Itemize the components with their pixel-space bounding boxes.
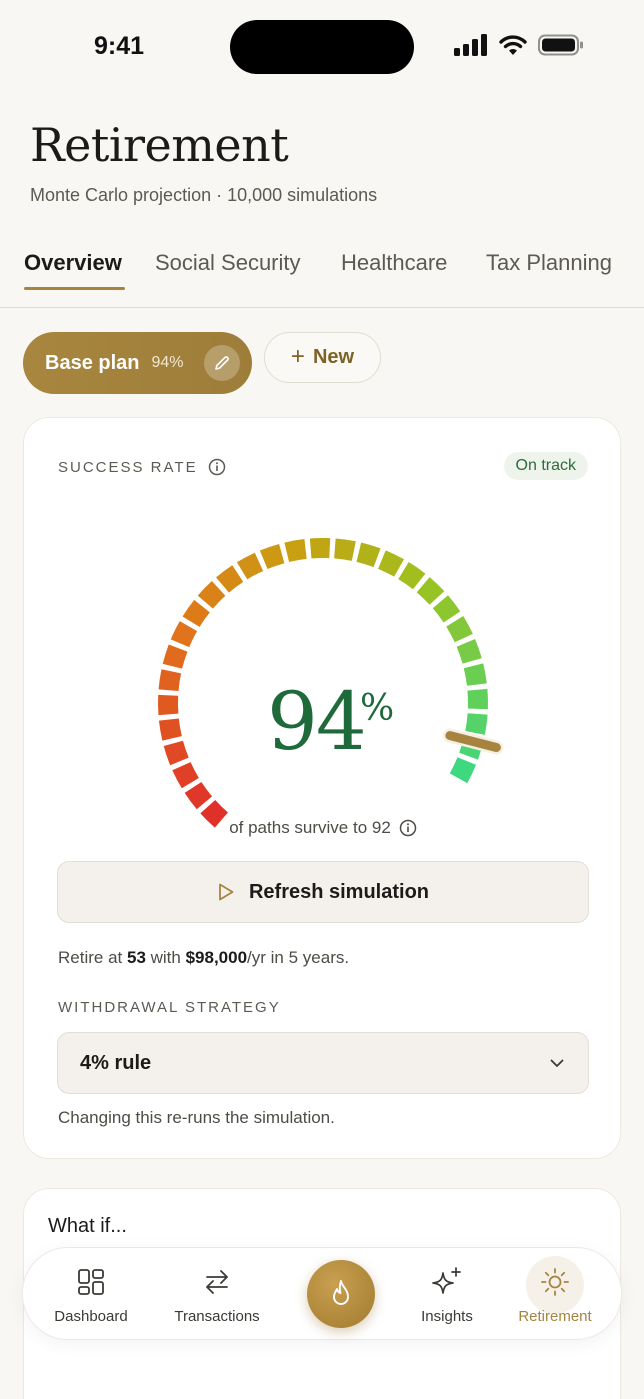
- edit-plan-button[interactable]: [204, 345, 240, 381]
- tab-social-security[interactable]: Social Security: [155, 250, 301, 276]
- gauge-unit: %: [360, 688, 395, 729]
- gauge-segment: [162, 644, 188, 669]
- gauge-segment: [467, 688, 488, 710]
- retire-prefix: Retire at: [58, 948, 127, 967]
- tab-healthcare[interactable]: Healthcare: [341, 250, 447, 276]
- gauge-segment: [163, 740, 189, 766]
- retire-mid: with: [145, 948, 186, 967]
- retire-suffix: /yr in 5 years.: [247, 948, 350, 967]
- success-gauge: [158, 538, 504, 828]
- sparkles-icon: [432, 1267, 461, 1294]
- gauge-segment: [465, 713, 488, 735]
- arrows-swap-icon: [206, 1270, 228, 1294]
- gauge-segment: [432, 595, 461, 623]
- nav-transactions-label: Transactions: [174, 1308, 260, 1325]
- grid-icon: [78, 1269, 104, 1295]
- chevron-down-icon: [550, 1059, 564, 1067]
- nav-center-action-button[interactable]: [307, 1260, 375, 1328]
- gauge-segment: [197, 581, 226, 609]
- status-bar: 9:41: [0, 0, 644, 95]
- gauge-segment: [215, 565, 244, 593]
- gauge-value: 94: [267, 675, 367, 768]
- gauge-segment: [284, 539, 307, 563]
- active-tab-indicator: [24, 287, 125, 290]
- gauge-segment: [172, 761, 199, 789]
- gauge-segment: [456, 638, 482, 664]
- nav-retirement[interactable]: Retirement: [512, 1248, 598, 1341]
- page-title: Retirement: [30, 118, 289, 172]
- gauge-segment: [158, 669, 182, 692]
- refresh-simulation-button[interactable]: Refresh simulation: [57, 861, 589, 923]
- nav-dashboard[interactable]: Dashboard: [51, 1248, 131, 1341]
- retire-amount: $98,000: [185, 948, 248, 967]
- gauge-segment: [259, 543, 285, 570]
- new-plan-label: New: [312, 346, 355, 368]
- nav-insights-label: Insights: [421, 1308, 473, 1325]
- withdrawal-strategy-help: Changing this re-runs the simulation.: [58, 1108, 335, 1127]
- withdrawal-strategy-select[interactable]: 4% rule: [57, 1032, 589, 1094]
- gauge-segment: [184, 781, 213, 810]
- gauge-segment: [416, 577, 445, 605]
- success-rate-card: SUCCESS RATE On track 94 % of paths surv…: [23, 417, 621, 1159]
- gauge-segment: [398, 562, 426, 590]
- plus-icon: +: [290, 342, 305, 370]
- what-if-title: What if...: [48, 1215, 127, 1237]
- nav-dashboard-label: Dashboard: [54, 1308, 128, 1325]
- gauge-marker: [445, 731, 501, 753]
- refresh-simulation-label: Refresh simulation: [248, 880, 430, 903]
- tab-tax-planning[interactable]: Tax Planning: [486, 250, 612, 276]
- plan-chip-base[interactable]: Base plan 94%: [23, 332, 252, 394]
- sun-icon: [541, 1268, 569, 1296]
- tab-bar: Overview Social Security Healthcare Tax …: [0, 236, 644, 308]
- gauge-segment: [449, 757, 477, 784]
- gauge-segment: [377, 550, 404, 577]
- gauge-caption-text: of paths survive to 92: [229, 818, 391, 837]
- gauge-segment: [170, 621, 198, 648]
- new-plan-button[interactable]: + New: [264, 332, 381, 383]
- nav-insights[interactable]: Insights: [411, 1248, 483, 1341]
- plan-chip-pct: 94%: [151, 354, 184, 371]
- gauge-segment: [158, 718, 182, 741]
- info-icon[interactable]: [399, 819, 417, 837]
- tab-overview[interactable]: Overview: [24, 250, 122, 276]
- page-subtitle: Monte Carlo projection · 10,000 simulati…: [30, 185, 378, 205]
- wifi-icon: [499, 35, 527, 55]
- plan-chip-label: Base plan: [45, 351, 140, 374]
- gauge-segment: [356, 542, 381, 568]
- retire-age: 53: [126, 948, 146, 967]
- bottom-nav: Dashboard Transactions Insights Retireme…: [22, 1247, 622, 1340]
- gauge-segment: [236, 552, 264, 580]
- battery-icon: [538, 34, 583, 56]
- gauge-segment: [446, 616, 473, 643]
- withdrawal-strategy-label: WITHDRAWAL STRATEGY: [58, 999, 281, 1016]
- nav-transactions[interactable]: Transactions: [165, 1248, 269, 1341]
- status-time: 9:41: [94, 32, 145, 60]
- pencil-icon: [215, 356, 229, 370]
- cellular-signal-icon: [454, 34, 487, 56]
- nav-retirement-label: Retirement: [518, 1308, 592, 1325]
- gauge-segment: [463, 663, 487, 686]
- gauge-segment: [333, 538, 356, 561]
- dynamic-island: [230, 20, 414, 74]
- status-icons: [454, 34, 584, 56]
- gauge-segment: [182, 599, 210, 628]
- play-icon: [219, 883, 234, 901]
- retire-summary: Retire at 53 with $98,000/yr in 5 years.: [58, 948, 349, 968]
- withdrawal-strategy-value: 4% rule: [80, 1051, 152, 1074]
- gauge-caption: of paths survive to 92: [24, 818, 622, 838]
- flame-icon: [333, 1280, 349, 1305]
